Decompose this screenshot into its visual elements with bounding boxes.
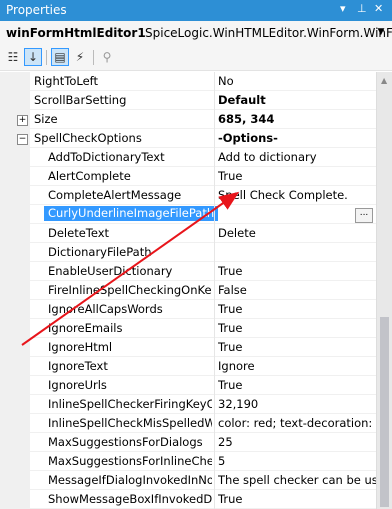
annotation-arrow	[21, 191, 240, 346]
